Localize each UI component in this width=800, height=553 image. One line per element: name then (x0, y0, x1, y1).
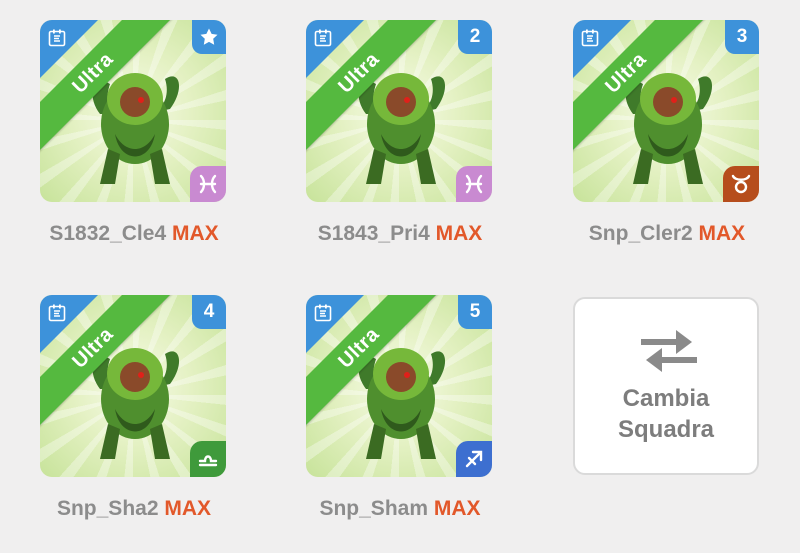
monster-name: S1843_Pri4 MAX (306, 222, 494, 246)
zodiac-badge (190, 441, 226, 477)
zodiac-badge (190, 166, 226, 202)
calendar-icon (581, 29, 599, 47)
monster-card[interactable]: Ultra 4 (40, 295, 226, 477)
monster-name-text: Snp_Sha2 (56, 497, 159, 520)
swap-arrows-icon (641, 330, 697, 372)
monster-card[interactable]: Ultra 2 (306, 20, 492, 202)
max-level-label: MAX (435, 222, 483, 245)
monster-card[interactable]: Ultra 3 (573, 20, 759, 202)
monster-name-text: S1832_Cle4 (49, 222, 167, 245)
zodiac-badge (456, 166, 492, 202)
team-position-badge: 5 (458, 295, 492, 329)
monster-slot-1[interactable]: Ultra S1832_Cle4 MAX (40, 20, 228, 246)
monster-slot-2[interactable]: Ultra 2 S1843_Pri4 MAX (306, 20, 494, 246)
monster-card[interactable]: Ultra (40, 20, 226, 202)
calendar-icon (48, 304, 66, 322)
team-position-badge: 2 (458, 20, 492, 54)
libra-icon (198, 455, 218, 467)
zodiac-badge (456, 441, 492, 477)
swap-team-label: Cambia Squadra (575, 383, 757, 445)
monster-name-text: Snp_Cler2 (588, 222, 693, 245)
swap-team-label-line1: Cambia (622, 385, 710, 412)
calendar-icon (314, 304, 332, 322)
swap-team-button[interactable]: Cambia Squadra (573, 297, 759, 475)
max-level-label: MAX (698, 222, 746, 245)
max-level-label: MAX (164, 497, 212, 520)
monster-name: Snp_Sham MAX (306, 497, 494, 521)
monster-slot-3[interactable]: Ultra 3 Snp_Cler2 MAX (573, 20, 761, 246)
monster-slot-5[interactable]: Ultra 5 Snp_Sham MAX (306, 295, 494, 521)
taurus-icon (731, 174, 751, 194)
monster-slot-4[interactable]: Ultra 4 Snp_Sha2 MAX (40, 295, 228, 521)
swap-team-label-line2: Squadra (617, 416, 715, 443)
team-position-badge (192, 20, 226, 54)
monster-name: Snp_Cler2 MAX (573, 222, 761, 246)
pisces-icon (465, 174, 483, 194)
team-position-badge: 4 (192, 295, 226, 329)
monster-name-text: Snp_Sham (319, 497, 428, 520)
calendar-icon (314, 29, 332, 47)
monster-name: S1832_Cle4 MAX (40, 222, 228, 246)
pisces-icon (199, 174, 217, 194)
calendar-icon (48, 29, 66, 47)
team-position-badge: 3 (725, 20, 759, 54)
max-level-label: MAX (171, 222, 219, 245)
monster-name-text: S1843_Pri4 (317, 222, 430, 245)
monster-card[interactable]: Ultra 5 (306, 295, 492, 477)
max-level-label: MAX (433, 497, 481, 520)
monster-name: Snp_Sha2 MAX (40, 497, 228, 521)
sagittarius-icon (465, 450, 483, 468)
star-icon (200, 28, 218, 45)
zodiac-badge (723, 166, 759, 202)
